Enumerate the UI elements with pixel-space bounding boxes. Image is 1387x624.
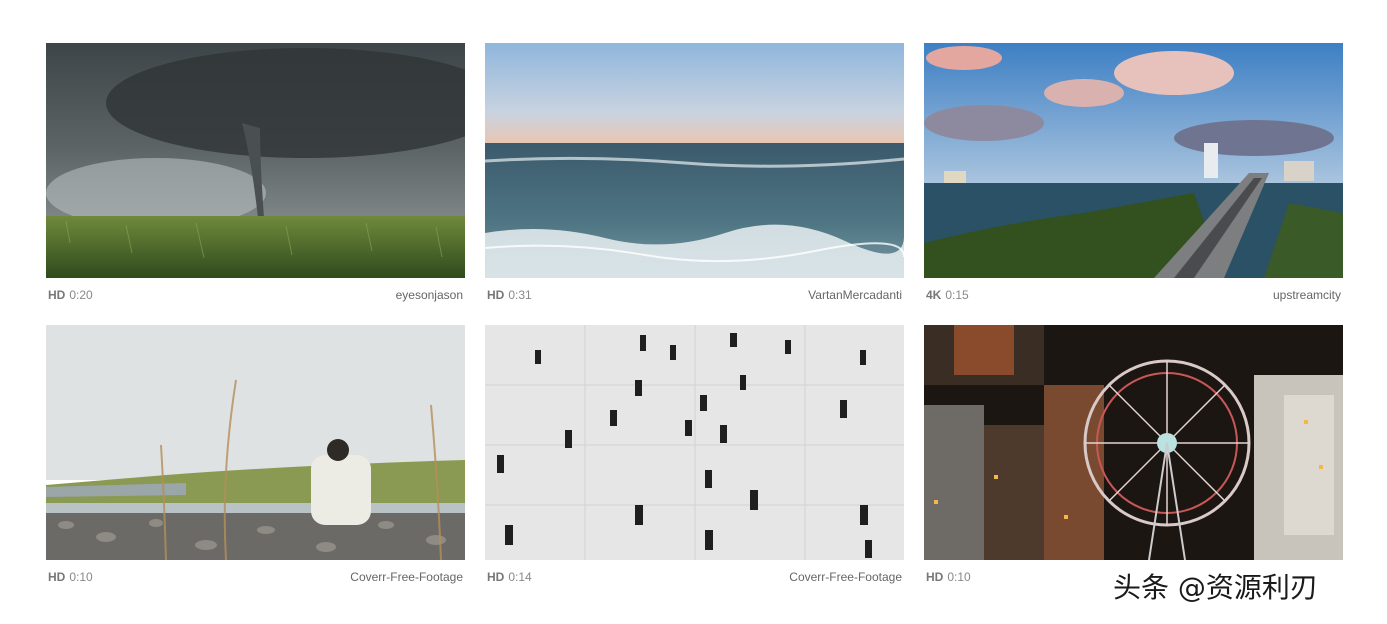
author-link[interactable]: eyesonjason [396, 288, 463, 302]
duration: 0:10 [947, 570, 971, 584]
video-meta: HD 0:10 Coverr-Free-Footage [46, 560, 465, 607]
duration: 0:10 [69, 570, 93, 584]
quality-badge: HD [487, 288, 505, 302]
quality-duration: HD 0:14 [487, 570, 532, 584]
author-link[interactable]: Coverr-Free-Footage [350, 570, 463, 584]
video-meta: HD 0:20 eyesonjason [46, 278, 465, 325]
river-stones-thumbnail[interactable] [46, 325, 465, 560]
duration: 0:15 [945, 288, 969, 302]
duration: 0:31 [508, 288, 532, 302]
crowd-plaza-thumbnail[interactable] [485, 325, 904, 560]
watermark-logo: 头条 @资源利刃 [1113, 571, 1318, 604]
author-link[interactable]: upstreamcity [1273, 288, 1341, 302]
video-card[interactable]: HD 0:31 VartanMercadanti [485, 43, 904, 325]
quality-badge: HD [48, 288, 66, 302]
video-meta: HD 0:14 Coverr-Free-Footage [485, 560, 904, 607]
video-card[interactable]: HD 0:20 eyesonjason [46, 43, 465, 325]
tornado-field-thumbnail[interactable] [46, 43, 465, 278]
city-highway-thumbnail[interactable] [924, 43, 1343, 278]
quality-badge: HD [48, 570, 66, 584]
duration: 0:20 [69, 288, 93, 302]
quality-duration: HD 0:31 [487, 288, 532, 302]
author-link[interactable]: Coverr-Free-Footage [789, 570, 902, 584]
quality-duration: HD 0:20 [48, 288, 93, 302]
video-card[interactable]: HD 0:10 [924, 325, 1343, 607]
video-card[interactable]: HD 0:10 Coverr-Free-Footage [46, 325, 465, 607]
ferris-wheel-thumbnail[interactable] [924, 325, 1343, 560]
quality-badge: HD [926, 570, 944, 584]
video-card[interactable]: HD 0:14 Coverr-Free-Footage [485, 325, 904, 607]
video-grid: HD 0:20 eyesonjason HD 0:31 VartanMercad… [46, 43, 1343, 607]
video-meta: HD 0:31 VartanMercadanti [485, 278, 904, 325]
video-meta: 4K 0:15 upstreamcity [924, 278, 1343, 325]
quality-duration: HD 0:10 [926, 570, 971, 584]
quality-badge: HD [487, 570, 505, 584]
quality-duration: 4K 0:15 [926, 288, 969, 302]
quality-badge: 4K [926, 288, 942, 302]
duration: 0:14 [508, 570, 532, 584]
ocean-waves-thumbnail[interactable] [485, 43, 904, 278]
author-link[interactable]: VartanMercadanti [808, 288, 902, 302]
video-card[interactable]: 4K 0:15 upstreamcity [924, 43, 1343, 325]
quality-duration: HD 0:10 [48, 570, 93, 584]
